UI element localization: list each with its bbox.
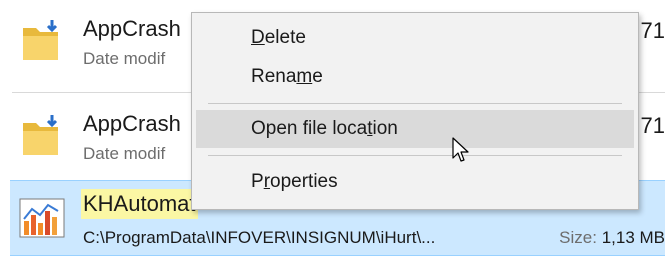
result-subtitle: Date modif [83, 144, 166, 163]
menu-item-open-file-location[interactable]: Open file location [196, 110, 634, 148]
menu-label-part: Rena [251, 66, 297, 87]
size-label: Size: [559, 228, 597, 247]
result-size: Size: 1,13 MB [559, 228, 665, 248]
result-title: AppCrash [83, 111, 181, 136]
result-subtitle: Date modif [83, 49, 166, 68]
folder-icon [18, 16, 68, 66]
menu-label-part: ion [372, 118, 398, 139]
menu-accelerator: m [296, 66, 313, 87]
menu-item-delete[interactable]: Delete [196, 19, 634, 57]
menu-item-properties[interactable]: Properties [196, 163, 634, 201]
mouse-cursor-icon [452, 137, 469, 162]
folder-icon [18, 111, 68, 161]
result-title: AppCrash [83, 16, 181, 41]
menu-separator [208, 103, 622, 104]
size-value: 1,13 MB [601, 228, 665, 247]
chart-app-icon [18, 193, 68, 243]
result-right-text: 71 [640, 18, 665, 43]
menu-separator [208, 155, 622, 156]
menu-item-rename[interactable]: Rename [196, 58, 634, 96]
menu-label-part: e [312, 66, 323, 87]
result-right-text: 71 [640, 113, 665, 138]
result-path: C:\ProgramData\INFOVER\INSIGNUM\iHurt\..… [83, 228, 436, 247]
result-title: KHAutomat [83, 191, 196, 217]
context-menu: Delete Rename Open file location Propert… [191, 12, 639, 210]
menu-label-part: elete [264, 27, 306, 48]
menu-label-part: operties [270, 171, 338, 192]
menu-label-part: Open file loca [251, 118, 368, 139]
menu-label-part: P [251, 171, 264, 192]
menu-accelerator: D [251, 27, 265, 48]
